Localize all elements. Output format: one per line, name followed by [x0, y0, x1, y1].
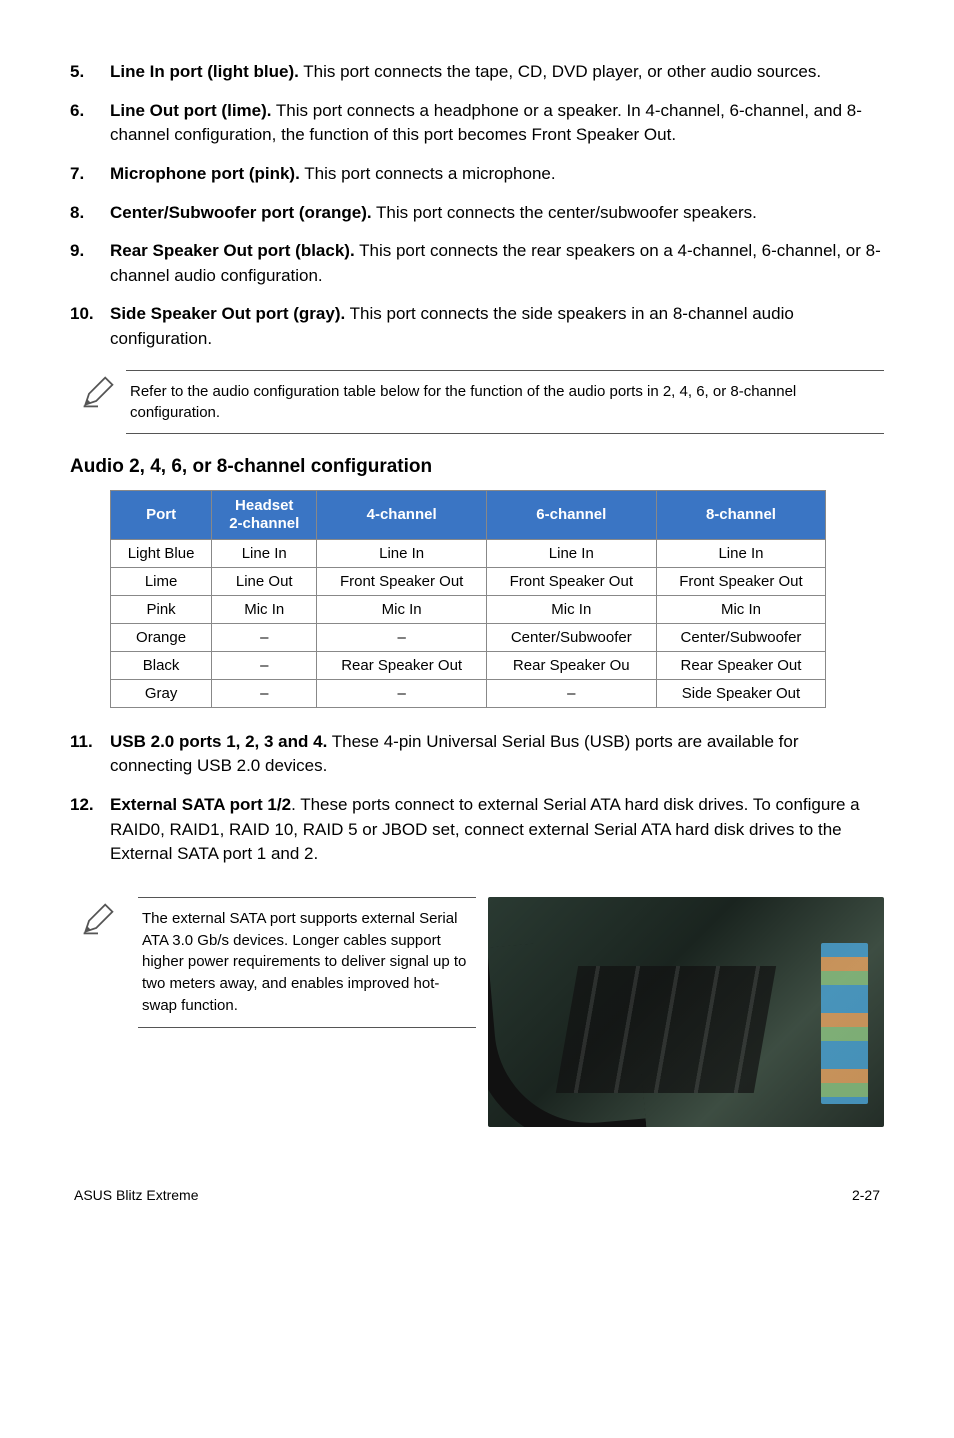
th-4ch: 4-channel — [317, 490, 487, 539]
item-text: This port connects the tape, CD, DVD pla… — [299, 62, 821, 81]
th-2ch: Headset2-channel — [212, 490, 317, 539]
item-number: 9. — [70, 239, 110, 288]
item-body: External SATA port 1/2. These ports conn… — [110, 793, 884, 867]
item-lead: Microphone port (pink). — [110, 164, 300, 183]
item-lead: Rear Speaker Out port (black). — [110, 241, 355, 260]
item-body: Rear Speaker Out port (black). This port… — [110, 239, 884, 288]
th-port: Port — [111, 490, 212, 539]
item-number: 11. — [70, 730, 110, 779]
table-row: LimeLine OutFront Speaker OutFront Speak… — [111, 567, 826, 595]
table-row: Black–Rear Speaker OutRear Speaker OuRea… — [111, 651, 826, 679]
item-lead: Side Speaker Out port (gray). — [110, 304, 345, 323]
list-item-7: 7. Microphone port (pink). This port con… — [70, 162, 884, 187]
item-body: Side Speaker Out port (gray). This port … — [110, 302, 884, 351]
list-item-12: 12. External SATA port 1/2. These ports … — [70, 793, 884, 867]
table-row: Gray–––Side Speaker Out — [111, 679, 826, 707]
item-lead: Line Out port (lime). — [110, 101, 272, 120]
pencil-note-icon — [70, 370, 126, 415]
item-number: 7. — [70, 162, 110, 187]
list-item-9: 9. Rear Speaker Out port (black). This p… — [70, 239, 884, 288]
list-item-11: 11. USB 2.0 ports 1, 2, 3 and 4. These 4… — [70, 730, 884, 779]
item-number: 8. — [70, 201, 110, 226]
item-lead: Center/Subwoofer port (orange). — [110, 203, 372, 222]
note-box-2: The external SATA port supports external… — [70, 897, 884, 1127]
table-row: Light BlueLine InLine InLine InLine In — [111, 539, 826, 567]
item-lead: USB 2.0 ports 1, 2, 3 and 4. — [110, 732, 327, 751]
th-8ch: 8-channel — [656, 490, 826, 539]
item-body: Center/Subwoofer port (orange). This por… — [110, 201, 884, 226]
item-lead: External SATA port 1/2 — [110, 795, 291, 814]
item-text: This port connects the center/subwoofer … — [372, 203, 757, 222]
item-body: Microphone port (pink). This port connec… — [110, 162, 884, 187]
item-lead: Line In port (light blue). — [110, 62, 299, 81]
table-row: Orange––Center/SubwooferCenter/Subwoofer — [111, 623, 826, 651]
section-heading: Audio 2, 4, 6, or 8-channel configuratio… — [70, 456, 884, 478]
item-body: Line In port (light blue). This port con… — [110, 60, 884, 85]
item-body: USB 2.0 ports 1, 2, 3 and 4. These 4-pin… — [110, 730, 884, 779]
item-body: Line Out port (lime). This port connects… — [110, 99, 884, 148]
list-item-8: 8. Center/Subwoofer port (orange). This … — [70, 201, 884, 226]
motherboard-photo — [488, 897, 884, 1127]
pencil-note-icon — [70, 897, 126, 942]
note-box-1: Refer to the audio configuration table b… — [70, 370, 884, 434]
note-text: Refer to the audio configuration table b… — [126, 370, 884, 434]
note-text: The external SATA port supports external… — [138, 897, 476, 1028]
footer-right: 2-27 — [852, 1187, 880, 1203]
list-item-5: 5. Line In port (light blue). This port … — [70, 60, 884, 85]
audio-config-table: Port Headset2-channel 4-channel 6-channe… — [110, 490, 826, 708]
th-6ch: 6-channel — [486, 490, 656, 539]
list-item-10: 10. Side Speaker Out port (gray). This p… — [70, 302, 884, 351]
table-row: PinkMic InMic InMic InMic In — [111, 595, 826, 623]
item-number: 12. — [70, 793, 110, 867]
item-number: 10. — [70, 302, 110, 351]
item-number: 6. — [70, 99, 110, 148]
list-item-6: 6. Line Out port (lime). This port conne… — [70, 99, 884, 148]
page-footer: ASUS Blitz Extreme 2-27 — [70, 1187, 884, 1203]
item-text: This port connects a microphone. — [300, 164, 556, 183]
footer-left: ASUS Blitz Extreme — [74, 1187, 198, 1203]
item-number: 5. — [70, 60, 110, 85]
